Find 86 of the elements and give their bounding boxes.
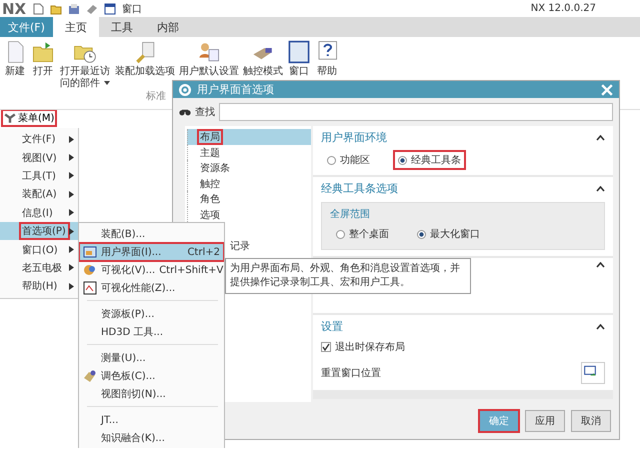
section-title: 设置 xyxy=(321,319,343,334)
submenu-arrow-icon xyxy=(69,209,74,216)
menu-item[interactable]: 首选项(P) xyxy=(0,222,78,240)
window-icon[interactable] xyxy=(104,2,116,14)
collapse-caret-icon[interactable] xyxy=(596,186,605,192)
submenu-arrow-icon xyxy=(69,228,74,235)
folder-icon[interactable] xyxy=(50,2,62,14)
menu-item[interactable]: 装配(A) xyxy=(0,185,78,204)
ribbon-button[interactable]: 触控模式 xyxy=(242,40,284,78)
user-settings-icon xyxy=(197,40,221,64)
submenu-arrow-icon xyxy=(69,172,74,180)
close-button[interactable] xyxy=(601,84,613,96)
ribbon-tab[interactable]: 工具 xyxy=(98,17,145,37)
menu-item[interactable]: 工具(T) xyxy=(0,166,78,186)
menu-button[interactable]: 菜单(M) xyxy=(2,110,56,126)
ribbon-button[interactable]: 打开 xyxy=(30,40,56,78)
dialog-button[interactable]: 应用 xyxy=(525,410,565,432)
submenu-arrow-icon xyxy=(69,136,74,143)
menu-item[interactable]: 老五电极 xyxy=(0,258,78,278)
checkbox[interactable]: 退出时保存布局 xyxy=(321,340,405,354)
save-icon[interactable] xyxy=(68,2,80,14)
dialog-button[interactable]: 取消 xyxy=(571,410,611,432)
ribbon-button[interactable]: 用户默认设置 xyxy=(178,40,240,78)
menu-item[interactable]: JT... xyxy=(79,411,224,429)
menu-item[interactable]: 视图剖切(N)... xyxy=(79,385,224,403)
ribbon-button[interactable]: 帮助 xyxy=(314,40,340,78)
tree-item[interactable]: 记录 xyxy=(228,238,258,254)
collapse-caret-icon[interactable] xyxy=(596,134,605,141)
radio-button[interactable]: 整个桌面 xyxy=(332,225,393,244)
menu-item[interactable]: 窗口(O) xyxy=(0,240,78,259)
submenu-arrow-icon xyxy=(69,246,74,254)
submenu-arrow-icon xyxy=(69,190,74,198)
checkbox-icon xyxy=(321,342,331,352)
radio-button[interactable]: 最大化窗口 xyxy=(413,225,484,244)
menu-item[interactable]: 测量(U)... xyxy=(79,349,224,367)
menu-item[interactable]: 用户界面(I)... Ctrl+2 xyxy=(79,243,224,261)
app-logo: NX xyxy=(2,0,26,18)
ribbon-tab[interactable]: 内部 xyxy=(144,17,191,37)
open-folder-icon xyxy=(31,40,55,64)
ribbon-button[interactable]: 装配加载选项 xyxy=(114,40,176,78)
tree-item[interactable]: 主题 xyxy=(187,144,311,160)
ribbon-button[interactable]: 打开最近访问的部件 xyxy=(58,40,112,90)
tree-item[interactable]: 触控 xyxy=(187,176,311,192)
menu-item[interactable]: 知识融合(K)... xyxy=(79,429,224,447)
ribbon-button[interactable]: 窗口 xyxy=(286,40,312,78)
radio-button[interactable]: 功能区 xyxy=(323,151,374,170)
tooltip: 为用户界面布局、外观、角色和消息设置首选项，并提供操作记录录制工具、宏和用户工具。 xyxy=(225,258,471,294)
tree-item[interactable]: 角色 xyxy=(187,191,311,207)
ribbon-tab[interactable]: 主页 xyxy=(52,17,99,37)
group-title: 全屏范围 xyxy=(330,208,371,222)
ribbon-button[interactable]: 新建 xyxy=(2,40,28,78)
radio-button[interactable]: 经典工具条 xyxy=(394,151,465,170)
menu-item[interactable]: 调色板(C)... xyxy=(79,367,224,385)
chart-icon xyxy=(83,281,97,295)
reset-window-button[interactable] xyxy=(581,362,605,384)
collapse-caret-icon[interactable] xyxy=(596,324,605,330)
window-menu[interactable]: 窗口 xyxy=(122,2,142,16)
file-tab[interactable]: 文件(F) xyxy=(0,17,53,37)
submenu-arrow-icon xyxy=(69,154,74,162)
section-title: 经典工具条选项 xyxy=(321,181,398,196)
tree-item[interactable]: 布局 xyxy=(187,129,311,145)
menu-item[interactable]: 可视化性能(Z)... xyxy=(79,279,224,297)
menu-item[interactable]: 帮助(H) xyxy=(0,277,78,296)
tree-item[interactable]: 资源条 xyxy=(187,160,311,176)
search-field[interactable] xyxy=(219,103,613,122)
submenu-arrow-icon xyxy=(69,282,74,290)
collapse-caret-icon[interactable] xyxy=(596,262,605,268)
group-label: 标准 xyxy=(146,90,166,103)
menu-item[interactable]: 可视化(V)... Ctrl+Shift+V xyxy=(79,261,224,279)
menu-item[interactable]: 资源板(P)... xyxy=(79,305,224,323)
menu-item[interactable]: 信息(I) xyxy=(0,204,78,222)
menu-item[interactable]: 视图(V) xyxy=(0,148,78,167)
new-file-icon[interactable] xyxy=(32,2,44,14)
menu-item[interactable]: 文件(F) xyxy=(0,130,78,148)
submenu-arrow-icon xyxy=(69,264,74,272)
version-label: NX 12.0.0.27 xyxy=(530,3,596,14)
window-icon xyxy=(83,245,97,259)
section-title: 用户界面环境 xyxy=(321,130,387,146)
close-icon xyxy=(601,84,613,96)
menu-item[interactable]: 装配(B)... xyxy=(79,225,224,243)
menu-icon xyxy=(4,112,16,124)
menu-item[interactable]: HD3D 工具... xyxy=(79,323,224,341)
window-icon xyxy=(287,40,311,64)
reset-label: 重置窗口位置 xyxy=(321,366,381,380)
search-label: 查找 xyxy=(195,106,215,120)
dialog-title: 用户界面首选项 xyxy=(197,82,274,98)
